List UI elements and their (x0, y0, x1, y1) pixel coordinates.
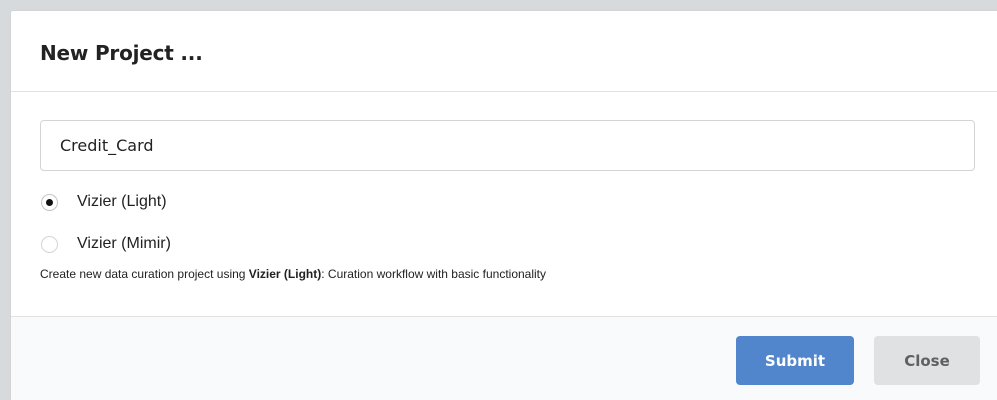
radio-button-checked[interactable] (41, 193, 58, 211)
dialog-header: New Project ... (11, 11, 997, 92)
dialog-content: Vizier (Light) Vizier (Mimir) Create new… (11, 92, 997, 316)
submit-button[interactable]: Submit (736, 336, 854, 385)
new-project-dialog: New Project ... Vizier (Light) Vizier (M… (10, 10, 997, 400)
description-engine-name: Vizier (Light) (248, 267, 322, 281)
engine-description: Create new data curation project using V… (40, 267, 975, 281)
radio-option-vizier-light[interactable]: Vizier (Light) (41, 191, 975, 213)
project-name-input[interactable] (40, 120, 975, 171)
description-suffix: : Curation workflow with basic functiona… (321, 267, 547, 281)
radio-button-unchecked[interactable] (41, 235, 58, 253)
close-button[interactable]: Close (874, 336, 980, 385)
dialog-actions: Submit Close (11, 316, 997, 400)
description-prefix: Create new data curation project using (40, 267, 249, 281)
radio-option-vizier-mimir[interactable]: Vizier (Mimir) (41, 233, 975, 255)
radio-label-vizier-light: Vizier (Light) (77, 193, 167, 210)
dialog-title: New Project ... (40, 41, 203, 65)
radio-label-vizier-mimir: Vizier (Mimir) (77, 235, 171, 252)
